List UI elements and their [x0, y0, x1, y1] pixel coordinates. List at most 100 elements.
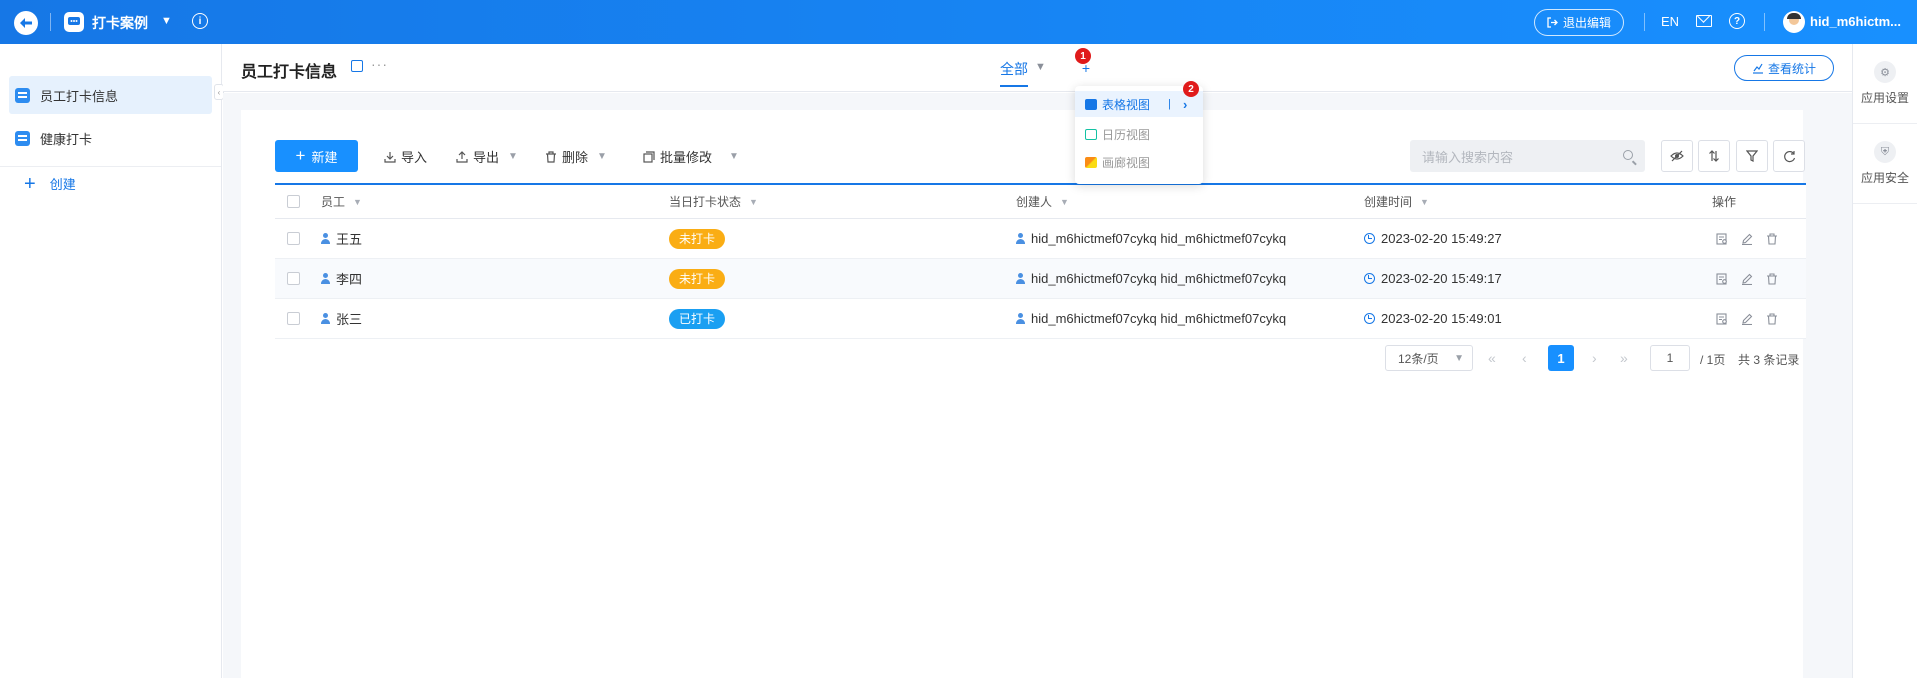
- column-label: 创建人: [1016, 195, 1053, 209]
- divider: [50, 13, 51, 31]
- table-row[interactable]: 李四 未打卡 hid_m6hictmef07cykq hid_m6hictmef…: [275, 259, 1806, 299]
- sidebar-item-employee-checkin[interactable]: 员工打卡信息: [9, 76, 212, 114]
- exit-icon: [1547, 17, 1558, 28]
- table-row[interactable]: 张三 已打卡 hid_m6hictmef07cykq hid_m6hictmef…: [275, 299, 1806, 339]
- batch-edit-button[interactable]: 批量修改 ▼: [643, 147, 739, 166]
- edit-icon[interactable]: [1740, 232, 1753, 245]
- chevron-down-icon: ▼: [597, 151, 607, 162]
- column-label: 创建时间: [1364, 195, 1413, 209]
- column-header-employee[interactable]: 员工 ▼: [321, 185, 362, 218]
- edit-icon[interactable]: [1740, 312, 1753, 325]
- hide-fields-button[interactable]: [1661, 140, 1693, 172]
- status-badge: 未打卡: [669, 268, 726, 289]
- exit-edit-button[interactable]: 退出编辑: [1534, 9, 1624, 36]
- created-at-cell: 2023-02-20 15:49:27: [1364, 219, 1502, 258]
- status-cell: 已打卡: [669, 299, 726, 338]
- view-stats-button[interactable]: 查看统计: [1734, 55, 1834, 81]
- export-label: 导出: [473, 150, 500, 165]
- person-icon: [1016, 233, 1025, 244]
- trash-icon[interactable]: [1765, 312, 1778, 325]
- created-at-cell: 2023-02-20 15:49:17: [1364, 259, 1502, 298]
- search-input[interactable]: 请输入搜索内容: [1410, 140, 1645, 172]
- menu-item-calendar-view[interactable]: 日历视图: [1075, 121, 1203, 147]
- edit-title-icon[interactable]: [351, 60, 363, 72]
- divider: [1764, 13, 1765, 31]
- column-header-status[interactable]: 当日打卡状态 ▼: [669, 185, 758, 218]
- trash-icon[interactable]: [1765, 232, 1778, 245]
- employee-cell: 张三: [321, 299, 362, 338]
- total-pages-label: / 1页: [1700, 353, 1726, 367]
- sort-button[interactable]: [1698, 140, 1730, 172]
- next-page-icon[interactable]: ›: [1592, 350, 1597, 366]
- create-label: 创建: [49, 177, 76, 192]
- view-detail-icon[interactable]: [1715, 312, 1728, 325]
- eye-off-icon: [1670, 150, 1684, 162]
- status-cell: 未打卡: [669, 259, 726, 298]
- employee-name: 张三: [336, 312, 363, 327]
- mail-icon[interactable]: [1696, 15, 1712, 27]
- view-detail-icon[interactable]: [1715, 272, 1728, 285]
- first-page-icon[interactable]: «: [1488, 350, 1496, 366]
- chevron-down-icon: ▼: [729, 151, 739, 162]
- search-icon[interactable]: [1623, 150, 1633, 160]
- top-bar: 打卡案例 ▼ i 退出编辑 EN ? hid_m6hictm...: [0, 0, 1917, 44]
- menu-item-label: 日历视图: [1102, 127, 1151, 142]
- trash-icon[interactable]: [1765, 272, 1778, 285]
- sidebar-item-health-checkin[interactable]: 健康打卡: [9, 119, 212, 157]
- form-icon: [15, 130, 30, 146]
- column-header-created-at[interactable]: 创建时间 ▼: [1364, 185, 1429, 218]
- sidebar-item-label: 员工打卡信息: [40, 88, 119, 104]
- last-page-icon[interactable]: »: [1620, 350, 1628, 366]
- app-settings-button[interactable]: ⚙ 应用设置: [1853, 44, 1917, 124]
- created-at-value: 2023-02-20 15:49:27: [1381, 231, 1502, 246]
- divider: |: [1168, 98, 1171, 110]
- menu-item-table-view[interactable]: 表格视图 | ›: [1075, 91, 1203, 117]
- step-badge: 2: [1183, 81, 1199, 97]
- prev-page-icon[interactable]: ‹: [1522, 350, 1527, 366]
- form-icon: [15, 87, 30, 103]
- view-detail-icon[interactable]: [1715, 232, 1728, 245]
- app-security-button[interactable]: ⛨ 应用安全: [1853, 124, 1917, 204]
- gallery-icon: [1085, 156, 1097, 168]
- row-checkbox[interactable]: [287, 259, 300, 298]
- delete-button[interactable]: 删除 ▼: [545, 147, 607, 166]
- person-icon: [321, 233, 330, 244]
- refresh-button[interactable]: [1773, 140, 1805, 172]
- page-size-select[interactable]: 12条/页 ▼: [1385, 345, 1473, 371]
- records-table: 员工 ▼ 当日打卡状态 ▼ 创建人 ▼ 创建时间 ▼ 操作 王五 未打卡 hid_m6h…: [275, 183, 1806, 339]
- export-button[interactable]: 导出 ▼: [456, 147, 518, 166]
- right-sidebar: ⚙ 应用设置 ⛨ 应用安全: [1852, 44, 1917, 678]
- created-at-cell: 2023-02-20 15:49:01: [1364, 299, 1502, 338]
- info-icon[interactable]: i: [192, 13, 208, 29]
- chevron-down-icon[interactable]: ▼: [1035, 61, 1046, 73]
- table-row[interactable]: 王五 未打卡 hid_m6hictmef07cykq hid_m6hictmef…: [275, 219, 1806, 259]
- avatar[interactable]: [1783, 11, 1805, 33]
- menu-item-label: 画廊视图: [1102, 155, 1151, 170]
- new-label: 新建: [311, 149, 338, 165]
- page-title: 员工打卡信息: [241, 64, 338, 81]
- import-button[interactable]: 导入: [384, 147, 427, 166]
- select-all-checkbox[interactable]: [287, 185, 300, 218]
- filter-button[interactable]: [1736, 140, 1768, 172]
- employee-name: 王五: [336, 232, 363, 247]
- created-at-value: 2023-02-20 15:49:17: [1381, 271, 1502, 286]
- row-checkbox[interactable]: [287, 219, 300, 258]
- edit-icon[interactable]: [1740, 272, 1753, 285]
- user-name[interactable]: hid_m6hictm...: [1810, 14, 1901, 29]
- step-badge: 1: [1075, 48, 1091, 64]
- back-icon[interactable]: [14, 11, 38, 35]
- app-switch-caret-icon[interactable]: ▼: [161, 15, 172, 27]
- menu-item-gallery-view[interactable]: 画廊视图: [1075, 149, 1203, 175]
- chevron-right-icon[interactable]: ›: [1183, 97, 1187, 112]
- current-page-button[interactable]: 1: [1548, 345, 1574, 371]
- help-icon[interactable]: ?: [1729, 13, 1745, 29]
- language-switch[interactable]: EN: [1661, 14, 1679, 29]
- tab-all[interactable]: 全部: [1000, 59, 1028, 79]
- page-jump-input[interactable]: 1: [1650, 345, 1690, 371]
- more-icon[interactable]: ···: [371, 56, 388, 72]
- new-record-button[interactable]: + 新建: [275, 140, 358, 172]
- create-button[interactable]: + 创建: [24, 174, 76, 194]
- app-title[interactable]: 打卡案例: [92, 13, 148, 33]
- row-checkbox[interactable]: [287, 299, 300, 338]
- column-header-creator[interactable]: 创建人 ▼: [1016, 185, 1069, 218]
